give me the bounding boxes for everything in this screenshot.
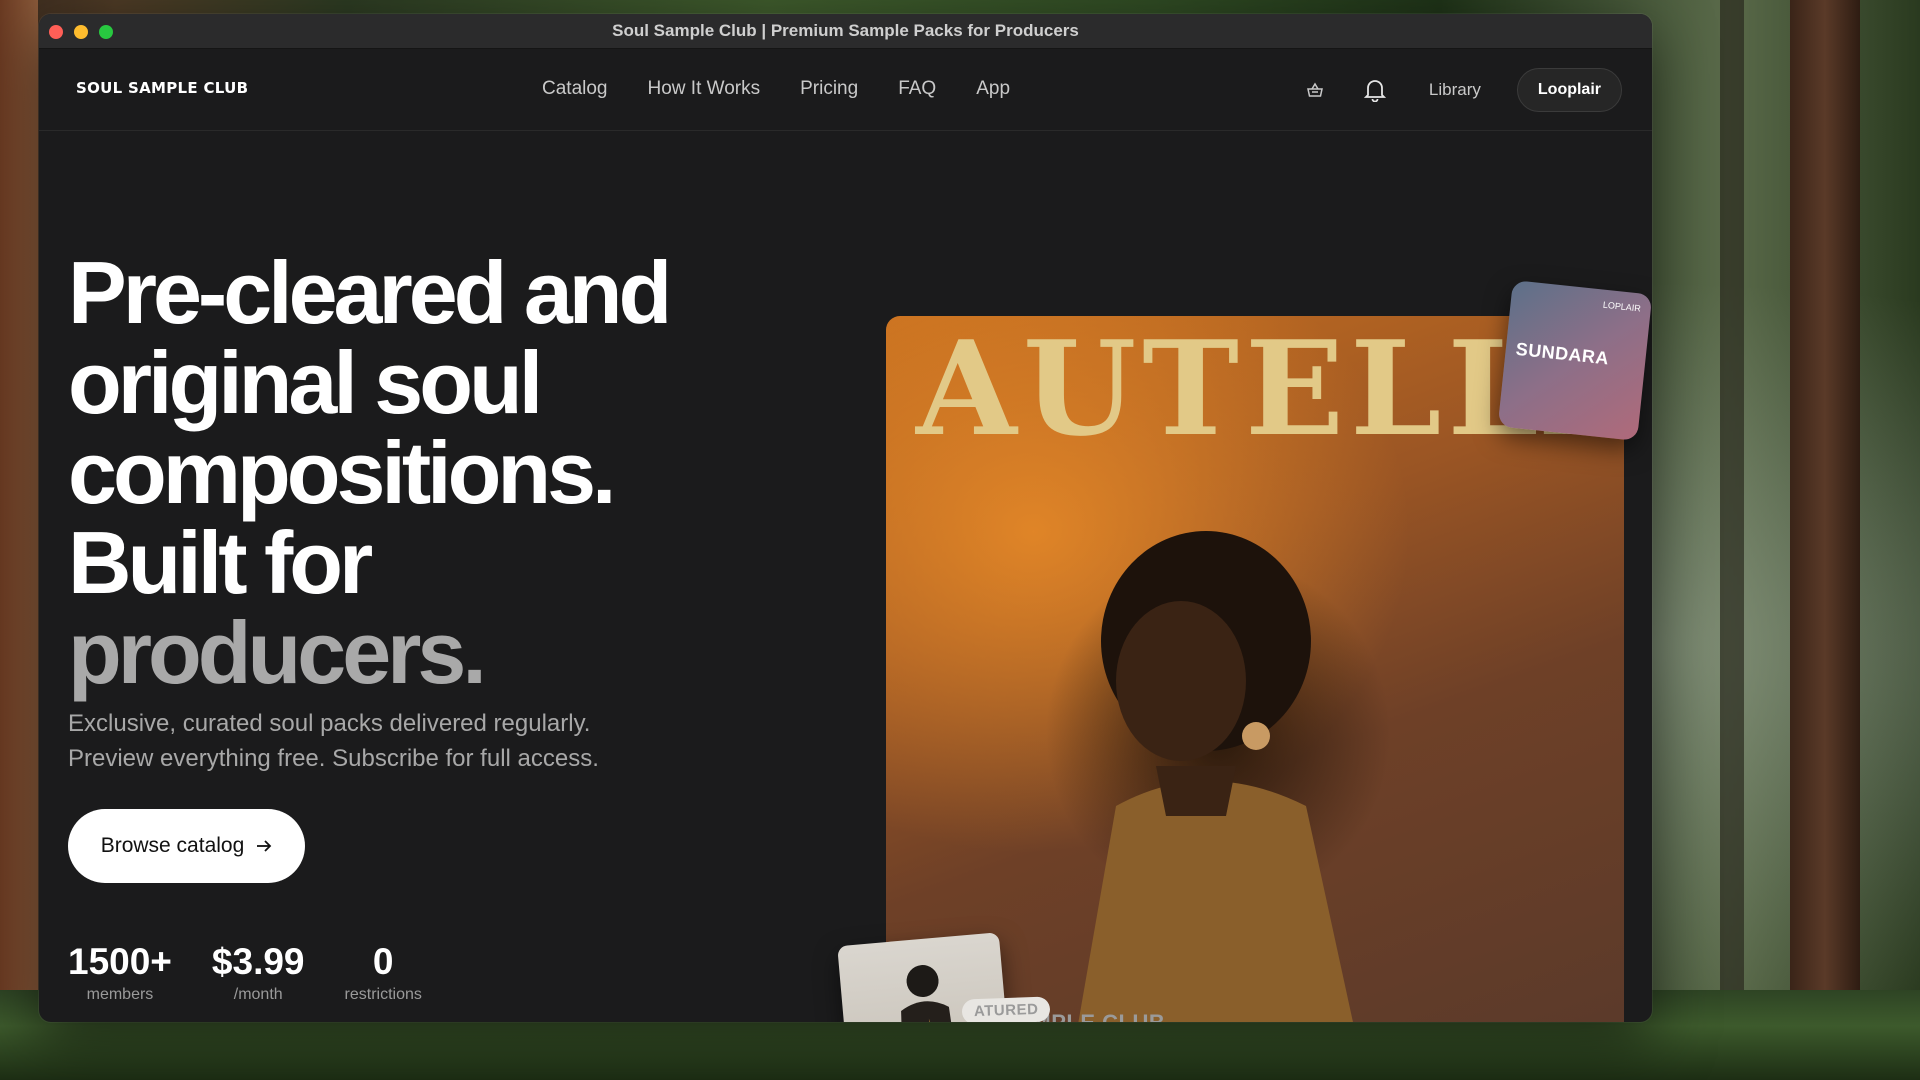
browse-catalog-label: Browse catalog	[100, 834, 245, 857]
hero-headline: Pre-cleared and original soul compositio…	[68, 248, 788, 698]
library-link[interactable]: Library	[1429, 80, 1481, 100]
card-corner-label: LOPLAIR	[1602, 299, 1642, 314]
nav-link-app[interactable]: App	[976, 78, 1010, 100]
stat-label: members	[86, 986, 154, 1003]
window-titlebar: Soul Sample Club | Premium Sample Packs …	[39, 14, 1652, 49]
featured-badge: ATURED	[961, 996, 1051, 1022]
maximize-window-button[interactable]	[99, 25, 113, 39]
stat-price: $3.99 /month	[212, 942, 305, 1004]
stat-restrictions: 0 restrictions	[345, 942, 422, 1004]
nav-link-how-it-works[interactable]: How It Works	[648, 78, 761, 100]
subtext-line: Preview everything free. Subscribe for f…	[68, 745, 599, 772]
minimize-window-button[interactable]	[74, 25, 88, 39]
basket-icon[interactable]	[1295, 68, 1335, 112]
stat-label: /month	[233, 986, 283, 1003]
nav-link-catalog[interactable]: Catalog	[542, 78, 608, 100]
browse-catalog-button[interactable]: Browse catalog	[68, 809, 305, 883]
account-button[interactable]: Looplair	[1516, 68, 1622, 112]
stat-value: 0	[372, 941, 394, 982]
card-title: SUNDARA	[1514, 338, 1610, 369]
stat-value: $3.99	[211, 941, 305, 982]
arrow-right-icon	[257, 840, 272, 852]
nav-actions: Library Looplair	[1295, 68, 1622, 112]
subtext-line: Exclusive, curated soul packs delivered …	[68, 710, 591, 737]
headline-line: original soul	[68, 333, 543, 432]
cover-portrait-figure	[1078, 531, 1353, 1022]
traffic-lights	[49, 25, 113, 39]
stat-label: restrictions	[344, 986, 422, 1003]
headline-line: compositions.	[68, 423, 617, 522]
hero-section: Pre-cleared and original soul compositio…	[39, 132, 1652, 1022]
headline-line: Built for	[68, 513, 373, 612]
site-logo[interactable]: SOUL SAMPLE CLUB	[76, 79, 248, 97]
nav-links: Catalog How It Works Pricing FAQ App	[542, 78, 1010, 100]
stat-value: 1500+	[68, 941, 172, 982]
nav-link-faq[interactable]: FAQ	[898, 78, 936, 100]
nav-link-pricing[interactable]: Pricing	[800, 78, 858, 100]
headline-line-muted: producers.	[68, 603, 487, 702]
headline-line: Pre-cleared and	[68, 243, 672, 342]
sundara-pack-card[interactable]: LOPLAIR SUNDARA	[1497, 280, 1652, 441]
site-navbar: SOUL SAMPLE CLUB Catalog How It Works Pr…	[39, 49, 1652, 131]
window-title: Soul Sample Club | Premium Sample Packs …	[612, 21, 1079, 40]
browser-window: Soul Sample Club | Premium Sample Packs …	[39, 14, 1652, 1022]
close-window-button[interactable]	[49, 25, 63, 39]
stat-members: 1500+ members	[68, 942, 172, 1004]
bell-icon[interactable]	[1355, 68, 1395, 112]
hero-stats: 1500+ members $3.99 /month 0 restriction…	[68, 942, 422, 1004]
hero-subtext: Exclusive, curated soul packs delivered …	[68, 706, 668, 776]
